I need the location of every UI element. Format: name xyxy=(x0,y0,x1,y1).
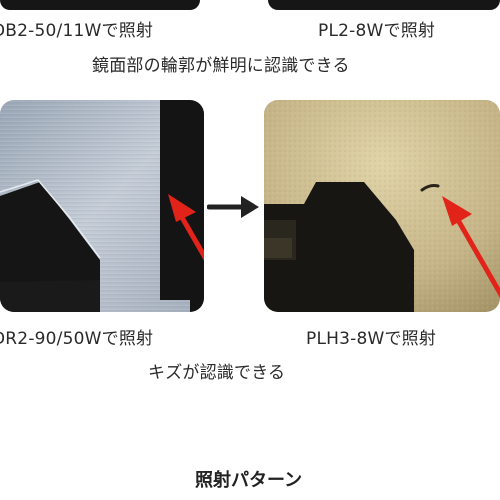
left-inspection-image xyxy=(0,100,204,312)
bottom-result-text: キズが認識できる xyxy=(148,363,286,383)
top-left-caption: DB2-50/11Wで照射 xyxy=(0,21,154,41)
top-result-text: 鏡面部の輪郭が鮮明に認識できる xyxy=(92,56,350,76)
bottom-left-caption: DR2-90/50Wで照射 xyxy=(0,329,154,349)
bottom-right-caption: PLH3-8Wで照射 xyxy=(306,329,437,349)
figure-title: 照射パターン xyxy=(195,470,303,491)
top-right-caption: PL2-8Wで照射 xyxy=(318,21,436,41)
top-left-image-edge xyxy=(0,0,200,10)
right-arrow-icon xyxy=(206,194,261,220)
top-right-image-edge xyxy=(268,0,500,10)
right-inspection-image xyxy=(264,100,500,312)
